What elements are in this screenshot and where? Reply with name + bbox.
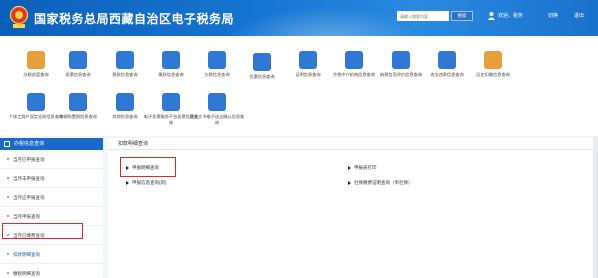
link-label: 申报表打印 [354,165,377,170]
highlight-box-link [120,157,176,177]
search-input[interactable] [397,11,449,21]
link-social-insurance-proof[interactable]: 社保缴费证明查询（单社保） [348,179,413,186]
e-invoice-icon [162,93,180,111]
switch-link[interactable]: 切换 [548,11,558,21]
violation-icon [438,51,456,69]
link-label: 社保缴费证明查询（单社保） [354,180,413,185]
link-declaration-print[interactable]: 申报表打印 [348,164,377,171]
menu-item-label: 当月申报查询 [13,214,40,219]
menu-item-label: 当月未申报查询 [13,176,45,181]
search-button[interactable]: 搜索 [451,11,473,21]
left-menu-heading-label: 办税信息查询 [14,141,45,147]
quick-item-document[interactable]: 税务文书电子送达确认信息查询 [189,88,245,132]
user-icon[interactable] [487,11,496,20]
certificate-icon [299,51,317,69]
top-header: 国家税务总局西藏自治区电子税务局 搜索 欢迎，税务 切换 退出 [0,0,598,36]
arrow-right-icon [348,180,351,185]
individual-business-icon [27,93,45,111]
menu-item[interactable]: 缴税明细查询 [0,264,103,278]
bullet-icon [7,158,9,160]
link-declaration-info-new[interactable]: 申报信息查询(新) [126,179,167,186]
menu-heading-icon [4,141,10,147]
menu-item-label: 当月应申报查询 [13,195,45,200]
bullet-icon [7,215,9,217]
site-title: 国家税务总局西藏自治区电子税务局 [34,12,235,26]
agency-icon [345,51,363,69]
content-panel: 扣款明细查询 申报明细查询 申报表打印 申报信息查询(新) 社保缴费证明查询（单… [108,138,598,278]
bullet-icon [7,196,9,198]
content-panel-heading: 扣款明细查询 [108,138,598,150]
menu-item[interactable]: 当月未申报查询 [0,169,103,188]
menu-item-label: 缴税明细查询 [13,271,40,276]
arrears-icon [208,51,226,69]
quick-item-label: 历史扣缴信息查询 [476,72,510,77]
quick-access-panel: 办税进度查询 发票信息查询 税款信息查询 缴款信息查询 欠税信息查询 优惠信息查… [0,36,598,136]
quick-item-label: 税务文书电子送达确认信息查询 [189,114,245,125]
left-menu-heading: 办税信息查询 [0,138,103,150]
tax-progress-icon [27,51,45,69]
credit-icon [392,51,410,69]
document-icon [208,93,226,111]
menu-item[interactable]: 当月已申报查询 [0,150,103,169]
payment-info-icon [162,51,180,69]
quick-item-history[interactable]: 历史扣缴信息查询 [465,46,521,90]
scrollbar[interactable] [593,136,598,278]
bullet-icon [7,177,9,179]
tax-emblem-logo [9,5,29,28]
tax-payment-icon [116,51,134,69]
bullet-icon [7,253,9,255]
menu-item-label: 当月已申报查询 [13,157,45,162]
arrow-right-icon [126,180,129,185]
menu-item[interactable]: 当月应申报查询 [0,188,103,207]
invoice-info-icon [69,51,87,69]
bullet-icon [7,272,9,274]
history-icon [484,51,502,69]
exit-link[interactable]: 退出 [574,11,584,21]
left-menu: 办税信息查询 当月已申报查询 当月未申报查询 当月应申报查询 当月申报查询 当月… [0,138,103,278]
other-info-icon [116,93,134,111]
arrow-right-icon [348,165,351,170]
highlight-box-menu [2,223,83,239]
vehicle-tax-icon [69,93,87,111]
preferential-icon [253,53,271,71]
user-greeting[interactable]: 欢迎，税务 [498,11,523,21]
menu-item-label: 扣款明细查询 [13,252,40,257]
link-label: 申报信息查询(新) [132,180,167,185]
menu-item-selected[interactable]: 扣款明细查询 [0,245,103,264]
